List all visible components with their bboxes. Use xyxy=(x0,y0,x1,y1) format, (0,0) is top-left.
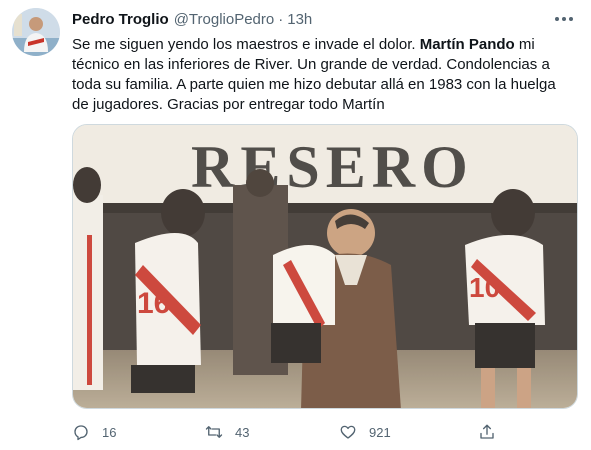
reply-button[interactable]: 16 xyxy=(72,423,116,441)
tweet-header: Pedro Troglio @TroglioPedro · 13h xyxy=(72,8,579,30)
separator-dot: · xyxy=(278,10,284,28)
reply-count: 16 xyxy=(102,424,117,440)
retweet-count: 43 xyxy=(235,424,250,440)
like-count: 921 xyxy=(369,424,391,440)
photo-image: RESERO 16 10 xyxy=(73,125,577,408)
tweet-text-intro: Se me siguen yendo los maestros e invade… xyxy=(72,36,420,53)
like-button[interactable]: 921 xyxy=(339,423,391,441)
tweet[interactable]: Pedro Troglio @TroglioPedro · 13h Se me … xyxy=(0,0,591,450)
tweet-photo[interactable]: RESERO 16 10 xyxy=(72,124,578,409)
tweet-text-highlight: Martín Pando xyxy=(419,36,515,53)
share-button[interactable] xyxy=(478,423,496,441)
retweet-icon xyxy=(205,426,223,438)
author-handle[interactable]: @TroglioPedro xyxy=(174,11,275,28)
avatar-image xyxy=(12,8,60,56)
tweet-time[interactable]: 13h xyxy=(287,11,312,28)
retweet-button[interactable]: 43 xyxy=(205,423,249,441)
tweet-text: Se me siguen yendo los maestros e invade… xyxy=(72,35,570,115)
tweet-actions: 16 43 921 xyxy=(72,420,502,444)
more-icon[interactable] xyxy=(549,8,579,30)
avatar[interactable] xyxy=(12,8,60,56)
reply-icon xyxy=(74,425,88,441)
author-name[interactable]: Pedro Troglio xyxy=(72,11,169,28)
share-icon xyxy=(480,424,494,439)
like-icon xyxy=(340,425,356,439)
